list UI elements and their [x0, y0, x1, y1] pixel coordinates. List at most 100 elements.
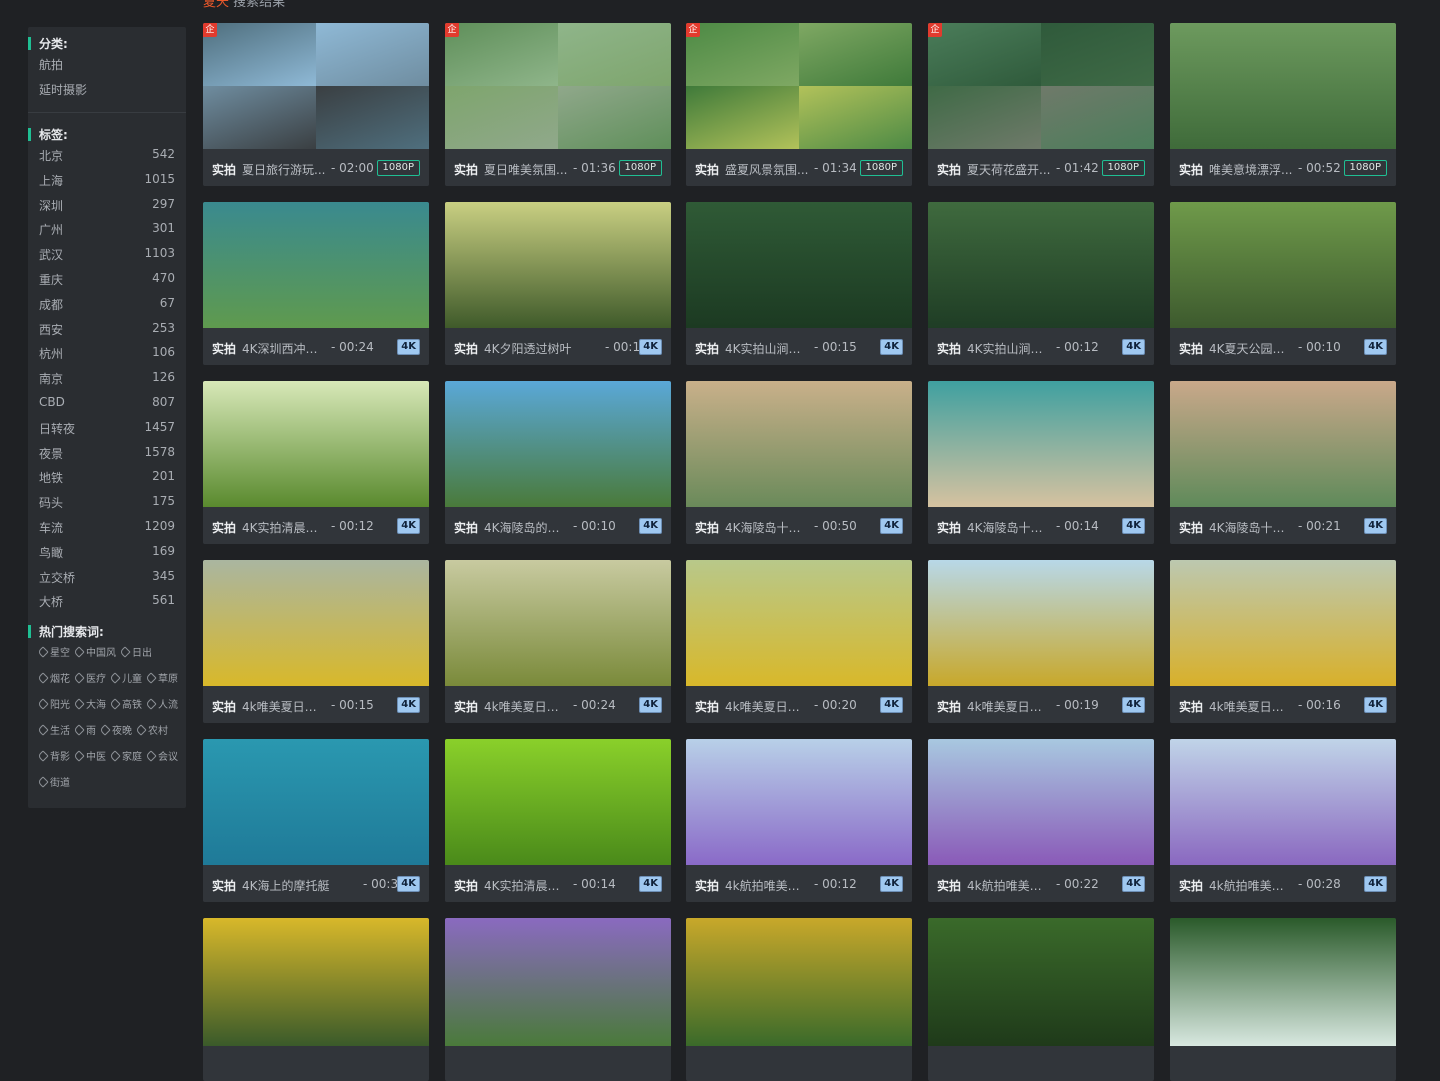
video-card[interactable]: 实拍 4k唯美夏日向... - 00:19 4K: [928, 560, 1154, 723]
hot-keyword-chip[interactable]: 草原: [145, 670, 178, 685]
tag-item[interactable]: 码头 175: [39, 494, 175, 510]
video-title[interactable]: 唯美意境漂浮...: [1209, 161, 1295, 178]
video-thumbnail[interactable]: [928, 739, 1154, 865]
video-card[interactable]: 实拍 4k唯美夏日向... - 00:24 4K: [445, 560, 671, 723]
tag-item[interactable]: 日转夜 1457: [39, 420, 175, 436]
video-title[interactable]: 4K海陵岛十里...: [725, 519, 811, 536]
video-title[interactable]: 4K实拍山涧溪...: [725, 340, 811, 357]
video-thumbnail[interactable]: [1170, 202, 1396, 328]
video-thumbnail[interactable]: [928, 23, 1154, 149]
video-card[interactable]: [1170, 918, 1396, 1081]
video-title[interactable]: 4K夕阳透过树叶: [484, 340, 602, 357]
video-thumbnail[interactable]: [686, 918, 912, 1046]
video-card[interactable]: 实拍 4k唯美夏日向... - 00:16 4K: [1170, 560, 1396, 723]
video-thumbnail[interactable]: [203, 918, 429, 1046]
video-thumbnail[interactable]: [445, 381, 671, 507]
video-title[interactable]: 4K海上的摩托艇: [242, 877, 360, 894]
tag-item[interactable]: 武汉 1103: [39, 246, 175, 262]
video-thumbnail[interactable]: [1170, 918, 1396, 1046]
hot-keyword-chip[interactable]: 生活: [37, 722, 70, 737]
tag-item[interactable]: 杭州 106: [39, 345, 175, 361]
hot-keyword-chip[interactable]: 会议: [145, 748, 178, 763]
video-thumbnail[interactable]: [203, 381, 429, 507]
hot-keyword-chip[interactable]: 日出: [119, 644, 152, 659]
video-card[interactable]: 实拍 4K海陵岛十里... - 00:50 4K: [686, 381, 912, 544]
tag-item[interactable]: 鸟瞰 169: [39, 544, 175, 560]
video-thumbnail[interactable]: [686, 381, 912, 507]
tag-item[interactable]: 车流 1209: [39, 519, 175, 535]
video-card[interactable]: 实拍 4k唯美夏日向... - 00:15 4K: [203, 560, 429, 723]
video-thumbnail[interactable]: [203, 560, 429, 686]
video-thumbnail[interactable]: [928, 560, 1154, 686]
video-card[interactable]: 实拍 4K夏天公园里... - 00:10 4K: [1170, 202, 1396, 365]
video-thumbnail[interactable]: [1170, 23, 1396, 149]
video-thumbnail[interactable]: [1170, 381, 1396, 507]
video-title[interactable]: 4k航拍唯美薰...: [725, 877, 811, 894]
video-card[interactable]: 实拍 4K实拍清晨稻... - 00:12 4K: [203, 381, 429, 544]
hot-keyword-chip[interactable]: 街道: [37, 774, 70, 789]
video-title[interactable]: 4K深圳西冲海...: [242, 340, 328, 357]
video-thumbnail[interactable]: [445, 23, 671, 149]
video-thumbnail[interactable]: [928, 202, 1154, 328]
video-card[interactable]: 实拍 4K海陵岛十里... - 00:21 4K: [1170, 381, 1396, 544]
video-title[interactable]: 4k唯美夏日向...: [484, 698, 570, 715]
video-card[interactable]: [928, 918, 1154, 1081]
video-title[interactable]: 夏天荷花盛开...: [967, 161, 1053, 178]
video-thumbnail[interactable]: [928, 918, 1154, 1046]
hot-keyword-chip[interactable]: 中医: [73, 748, 106, 763]
video-card[interactable]: 企实拍 夏日旅行游玩... - 02:00 1080P: [203, 23, 429, 186]
video-title[interactable]: 夏日旅行游玩...: [242, 161, 328, 178]
tag-item[interactable]: 大桥 561: [39, 593, 175, 609]
video-card[interactable]: 企实拍 夏天荷花盛开... - 01:42 1080P: [928, 23, 1154, 186]
video-title[interactable]: 4K实拍清晨水...: [484, 877, 570, 894]
video-card[interactable]: 企实拍 夏日唯美氛围... - 01:36 1080P: [445, 23, 671, 186]
hot-keyword-chip[interactable]: 背影: [37, 748, 70, 763]
hot-keyword-chip[interactable]: 雨: [73, 722, 96, 737]
video-card[interactable]: 实拍 4K夕阳透过树叶 - 00:10 4K: [445, 202, 671, 365]
tag-item[interactable]: 广州 301: [39, 221, 175, 237]
video-thumbnail[interactable]: [686, 23, 912, 149]
video-title[interactable]: 4k唯美夏日向...: [1209, 698, 1295, 715]
video-title[interactable]: 夏日唯美氛围...: [484, 161, 570, 178]
video-title[interactable]: 4K海陵岛的积...: [484, 519, 570, 536]
hot-keyword-chip[interactable]: 农村: [135, 722, 168, 737]
video-card[interactable]: [445, 918, 671, 1081]
hot-keyword-chip[interactable]: 阳光: [37, 696, 70, 711]
tag-item[interactable]: 立交桥 345: [39, 569, 175, 585]
video-title[interactable]: 4k航拍唯美薰...: [967, 877, 1053, 894]
tag-item[interactable]: 南京 126: [39, 370, 175, 386]
video-card[interactable]: 实拍 4K海陵岛的积... - 00:10 4K: [445, 381, 671, 544]
hot-keyword-chip[interactable]: 人流: [145, 696, 178, 711]
tag-item[interactable]: 成都 67: [39, 296, 175, 312]
video-title[interactable]: 4K实拍山涧溪...: [967, 340, 1053, 357]
video-thumbnail[interactable]: [1170, 739, 1396, 865]
video-card[interactable]: 企实拍 盛夏风景氛围... - 01:34 1080P: [686, 23, 912, 186]
hot-keyword-chip[interactable]: 医疗: [73, 670, 106, 685]
video-card[interactable]: 实拍 4K深圳西冲海... - 00:24 4K: [203, 202, 429, 365]
video-thumbnail[interactable]: [203, 202, 429, 328]
hot-keyword-chip[interactable]: 高铁: [109, 696, 142, 711]
hot-keyword-chip[interactable]: 中国风: [73, 644, 116, 659]
video-thumbnail[interactable]: [445, 739, 671, 865]
video-card[interactable]: 实拍 4k唯美夏日向... - 00:20 4K: [686, 560, 912, 723]
video-title[interactable]: 4k唯美夏日向...: [242, 698, 328, 715]
category-timelapse[interactable]: 延时摄影: [39, 81, 87, 98]
tag-item[interactable]: 重庆 470: [39, 271, 175, 287]
video-title[interactable]: 4K实拍清晨稻...: [242, 519, 328, 536]
video-card[interactable]: 实拍 4k航拍唯美薰... - 00:12 4K: [686, 739, 912, 902]
hot-keyword-chip[interactable]: 儿童: [109, 670, 142, 685]
hot-keyword-chip[interactable]: 夜晚: [99, 722, 132, 737]
video-card[interactable]: 实拍 4K实拍山涧溪... - 00:15 4K: [686, 202, 912, 365]
video-thumbnail[interactable]: [203, 739, 429, 865]
video-thumbnail[interactable]: [445, 918, 671, 1046]
video-thumbnail[interactable]: [686, 202, 912, 328]
video-title[interactable]: 盛夏风景氛围...: [725, 161, 811, 178]
video-card[interactable]: 实拍 唯美意境漂浮... - 00:52 1080P: [1170, 23, 1396, 186]
video-thumbnail[interactable]: [686, 560, 912, 686]
video-thumbnail[interactable]: [445, 560, 671, 686]
video-title[interactable]: 4k航拍唯美薰...: [1209, 877, 1295, 894]
tag-item[interactable]: 上海 1015: [39, 172, 175, 188]
video-title[interactable]: 4K海陵岛十里...: [967, 519, 1053, 536]
tag-item[interactable]: 西安 253: [39, 321, 175, 337]
video-thumbnail[interactable]: [1170, 560, 1396, 686]
